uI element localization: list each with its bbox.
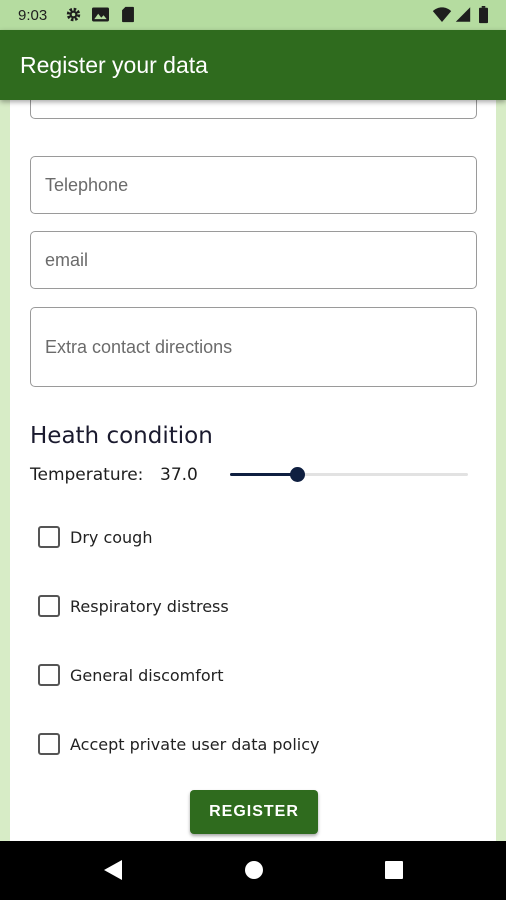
checkbox-box[interactable] <box>38 526 60 548</box>
slider-thumb[interactable] <box>289 467 305 482</box>
extra-contact-field[interactable]: Extra contact directions <box>30 307 477 387</box>
telephone-placeholder: Telephone <box>45 175 129 195</box>
checkbox-label: Accept private user data policy <box>70 734 320 754</box>
status-bar: 9:03 <box>0 0 506 30</box>
slider-fill <box>230 473 297 476</box>
sd-card-icon <box>122 6 134 23</box>
checkbox-label: Respiratory distress <box>70 596 229 616</box>
checkbox-respiratory-distress[interactable]: Respiratory distress <box>38 594 229 618</box>
recents-icon[interactable] <box>383 858 405 882</box>
checkbox-box[interactable] <box>38 595 60 617</box>
checkbox-accept-policy[interactable]: Accept private user data policy <box>38 732 319 756</box>
health-card: Heath condition Temperature: 37.0 Dry co… <box>10 407 496 841</box>
signal-icon <box>455 7 471 22</box>
wifi-icon <box>432 7 452 23</box>
checkbox-dry-cough[interactable]: Dry cough <box>38 525 152 549</box>
telephone-field[interactable]: Telephone <box>30 156 477 214</box>
temperature-value: 37.0 <box>160 465 198 485</box>
nav-bar <box>0 841 506 900</box>
email-field[interactable]: email <box>30 231 477 289</box>
temperature-slider[interactable] <box>230 463 468 487</box>
register-button[interactable]: REGISTER <box>190 790 318 834</box>
checkbox-label: Dry cough <box>70 527 153 547</box>
checkbox-label: General discomfort <box>70 665 224 685</box>
home-icon[interactable] <box>243 858 265 882</box>
extra-contact-placeholder: Extra contact directions <box>45 337 233 357</box>
battery-icon <box>479 6 488 24</box>
section-title: Heath condition <box>30 423 213 449</box>
checkbox-box[interactable] <box>38 733 60 755</box>
checkbox-general-discomfort[interactable]: General discomfort <box>38 663 224 687</box>
form-scroll-area[interactable]: Telephone email Extra contact directions… <box>0 100 506 841</box>
page-title: Register your data <box>20 52 208 78</box>
email-placeholder: email <box>45 250 89 270</box>
checkbox-box[interactable] <box>38 664 60 686</box>
back-icon[interactable] <box>102 858 124 882</box>
temperature-label: Temperature: <box>30 465 144 485</box>
gear-icon <box>66 7 81 22</box>
previous-field[interactable] <box>30 100 477 119</box>
photo-icon <box>92 7 109 22</box>
status-time: 9:03 <box>18 7 48 24</box>
app-bar: Register your data <box>0 30 506 100</box>
